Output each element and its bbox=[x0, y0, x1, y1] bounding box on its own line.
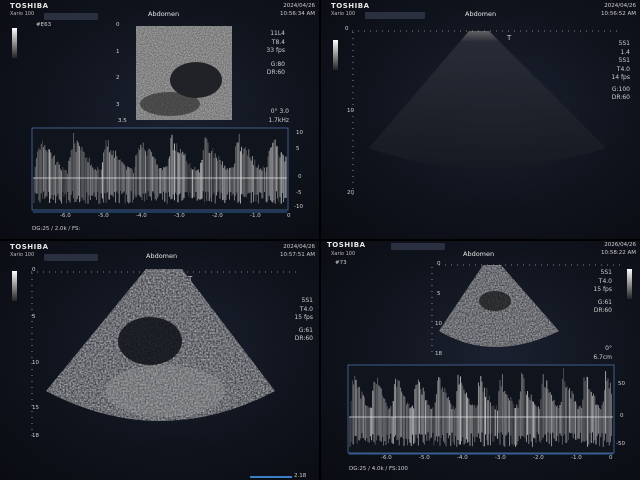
date-time: 2026/04/26 10:58:22 AM bbox=[601, 242, 636, 256]
brand-logo: TOSHIBA bbox=[331, 2, 370, 10]
q4-sector-image bbox=[439, 265, 559, 347]
orientation-marker: T bbox=[188, 275, 193, 283]
exam-title: Abdomen bbox=[465, 10, 497, 18]
scan-parameters: 5S1 T4.0 15 fps G:61 DR:60 bbox=[294, 297, 313, 342]
viewport-top-left: TOSHIBA Xario 100 Abdomen 2024/04/26 10:… bbox=[0, 0, 319, 239]
doppler-footer: DG:25 / 4.0k / FS:100 bbox=[349, 466, 408, 472]
viewport-top-right: TOSHIBA Xario 100 Abdomen 2024/04/26 10:5… bbox=[321, 0, 640, 239]
brand-logo: TOSHIBA bbox=[10, 243, 49, 251]
footer-value: 2.18 bbox=[294, 473, 307, 479]
doppler-angle-scale: 0° 3.0 1.7kHz bbox=[268, 108, 289, 124]
viewport-bottom-left: TOSHIBA Xario 100 Abdomen 2024/04/26 10:5… bbox=[0, 241, 319, 480]
scan-parameters: 5S1 T4.0 15 fps G:61 DR:60 bbox=[593, 269, 612, 314]
doppler-footer: DG:25 / 2.0k / FS: bbox=[32, 226, 81, 232]
q3-image-layer bbox=[31, 269, 300, 478]
q2-sector-image bbox=[369, 31, 606, 168]
model-name: Xario 100 bbox=[10, 252, 35, 258]
q1-bmode-image bbox=[136, 26, 232, 120]
date-time: 2024/04/26 10:57:51 AM bbox=[280, 244, 315, 258]
q4-header: TOSHIBA Xario 100 Abdomen 2026/04/26 10:5… bbox=[321, 241, 640, 263]
grayscale-bar bbox=[333, 40, 338, 70]
q4-image-layer bbox=[347, 264, 621, 455]
q2-header: TOSHIBA Xario 100 Abdomen 2024/04/26 10:5… bbox=[321, 0, 640, 22]
q2-image-layer bbox=[352, 30, 621, 200]
date-time: 2024/04/26 10:56:34 AM bbox=[280, 2, 315, 18]
brand-logo: TOSHIBA bbox=[327, 241, 366, 249]
grayscale-bar bbox=[12, 28, 17, 58]
redacted-patient-info bbox=[44, 254, 98, 261]
orientation-marker: T bbox=[507, 34, 512, 42]
q1-header: TOSHIBA Xario 100 Abdomen 2024/04/26 10:… bbox=[0, 0, 319, 22]
q3-sector-image bbox=[46, 269, 275, 421]
doppler-angle-scale: 0° 6.7cm bbox=[593, 345, 612, 361]
q3-header: TOSHIBA Xario 100 Abdomen 2024/04/26 10:5… bbox=[0, 241, 319, 263]
date-time: 2024/04/26 10:56:52 AM bbox=[601, 3, 636, 17]
grayscale-bar bbox=[627, 269, 632, 299]
exam-title: Abdomen bbox=[148, 10, 180, 18]
frame-number: #E63 bbox=[36, 22, 52, 28]
redacted-patient-info bbox=[365, 12, 425, 19]
model-name: Xario 100 bbox=[331, 11, 356, 17]
viewport-bottom-right: TOSHIBA Xario 100 Abdomen 2026/04/26 10:5… bbox=[321, 241, 640, 480]
brand-logo: TOSHIBA bbox=[10, 2, 49, 10]
scan-parameters: 5S1 1.4 5S1 T4.0 14 fps G:100 DR:60 bbox=[611, 40, 630, 101]
model-name: Xario 100 bbox=[10, 11, 35, 17]
date: 2024/04/26 bbox=[283, 3, 315, 9]
redacted-patient-info bbox=[391, 243, 445, 250]
grayscale-bar bbox=[12, 271, 17, 301]
model-name: Xario 100 bbox=[331, 251, 356, 257]
time: 10:56:34 AM bbox=[280, 11, 315, 17]
redacted-patient-info bbox=[44, 13, 98, 20]
frame-number: #73 bbox=[335, 260, 347, 266]
exam-title: Abdomen bbox=[146, 252, 178, 260]
scan-parameters: 11L4 T8.4 33 fps G:80 DR:60 bbox=[266, 30, 285, 76]
exam-title: Abdomen bbox=[463, 250, 495, 258]
